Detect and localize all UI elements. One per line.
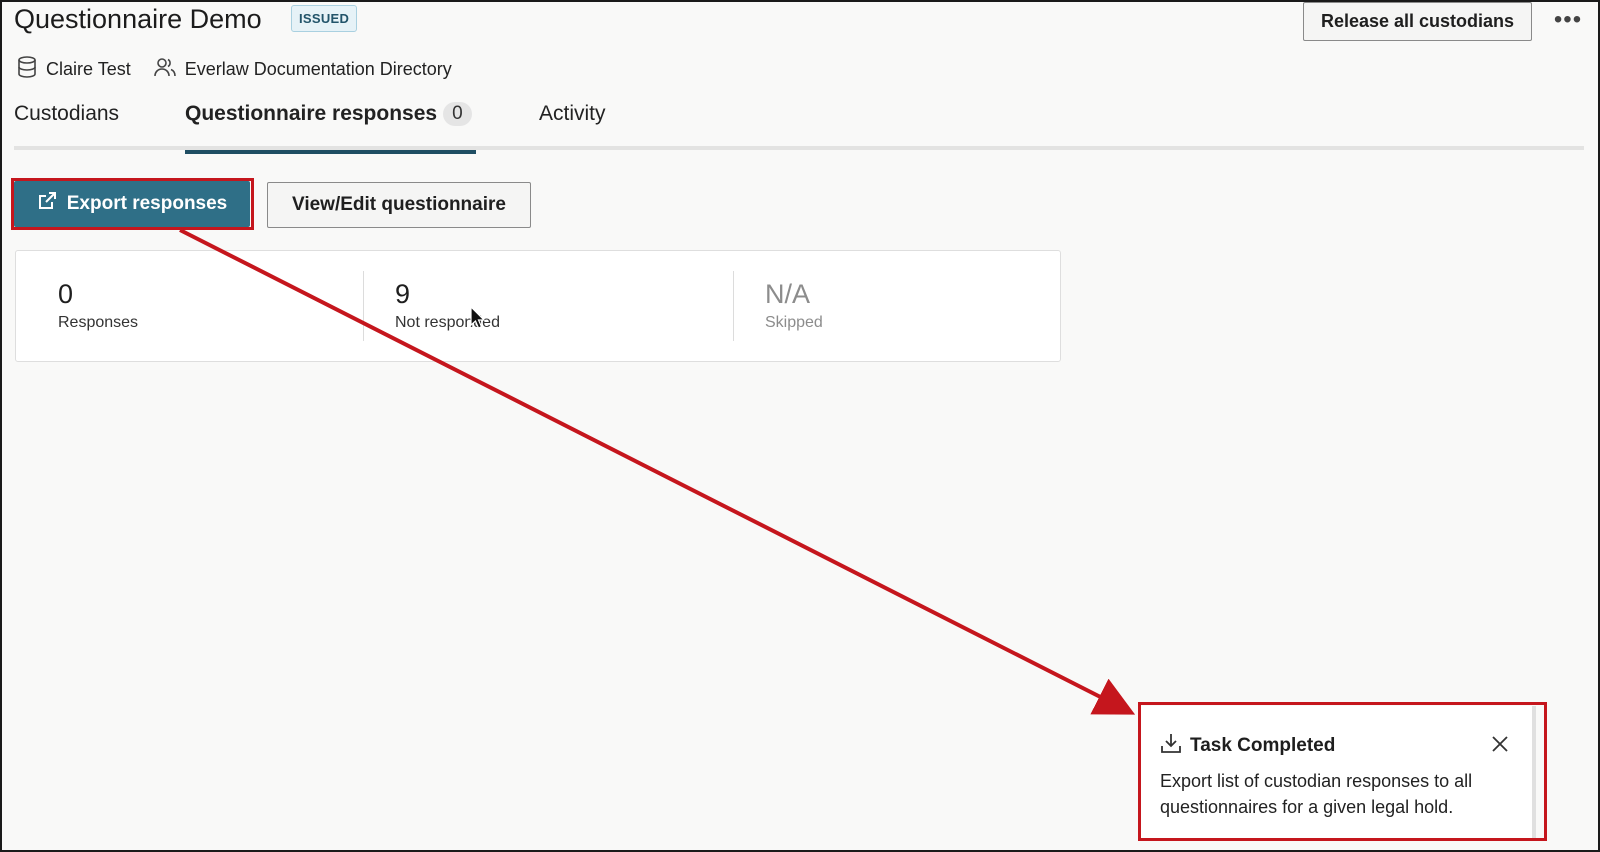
tab-questionnaire-responses[interactable]: Questionnaire responses 0	[185, 100, 476, 154]
tab-activity[interactable]: Activity	[539, 100, 606, 150]
export-responses-button[interactable]: Export responses	[14, 181, 250, 227]
tab-label: Custodians	[14, 102, 120, 125]
page-title: Questionnaire Demo	[14, 4, 262, 34]
database-icon	[16, 55, 46, 84]
hold-meta: Claire Test Everlaw Documentation Direct…	[16, 55, 474, 84]
stat-divider	[363, 271, 364, 341]
toast-title: Task Completed	[1190, 735, 1336, 756]
users-icon	[153, 55, 185, 84]
external-link-icon	[37, 191, 67, 217]
toast-message: Export list of custodian responses to al…	[1160, 771, 1473, 817]
stat-label: Responses	[58, 314, 139, 331]
close-icon[interactable]	[1486, 730, 1514, 758]
database-name: Claire Test	[46, 58, 131, 79]
download-icon	[1160, 732, 1190, 760]
directory-name: Everlaw Documentation Directory	[184, 58, 452, 79]
task-completed-toast: Task Completed Export list of custodian …	[1140, 706, 1536, 838]
tab-label: Questionnaire responses	[185, 102, 438, 125]
database-meta[interactable]: Claire Test	[16, 55, 131, 84]
tab-label: Activity	[539, 102, 606, 125]
stat-skipped: N/A Skipped	[765, 279, 823, 332]
stat-value: 0	[58, 279, 74, 309]
more-options-button[interactable]: •••	[1553, 6, 1583, 33]
mouse-cursor-icon	[470, 305, 486, 335]
toast-header: Task Completed	[1160, 732, 1335, 760]
stat-label: Skipped	[765, 314, 823, 331]
directory-meta[interactable]: Everlaw Documentation Directory	[153, 55, 452, 84]
stat-divider	[733, 271, 734, 341]
tab-count-badge: 0	[443, 102, 472, 126]
tab-bar: Custodians Questionnaire responses 0 Act…	[14, 100, 1584, 154]
release-all-custodians-button[interactable]: Release all custodians	[1303, 2, 1532, 41]
stat-responses: 0 Responses	[58, 279, 138, 332]
view-edit-questionnaire-button[interactable]: View/Edit questionnaire	[267, 182, 531, 228]
stat-value: N/A	[765, 279, 811, 309]
export-responses-label: Export responses	[66, 193, 228, 214]
status-badge: ISSUED	[291, 5, 358, 32]
response-stats-card: 0 Responses 9 Not responded N/A Skipped	[15, 250, 1061, 362]
tab-custodians[interactable]: Custodians	[14, 100, 119, 150]
